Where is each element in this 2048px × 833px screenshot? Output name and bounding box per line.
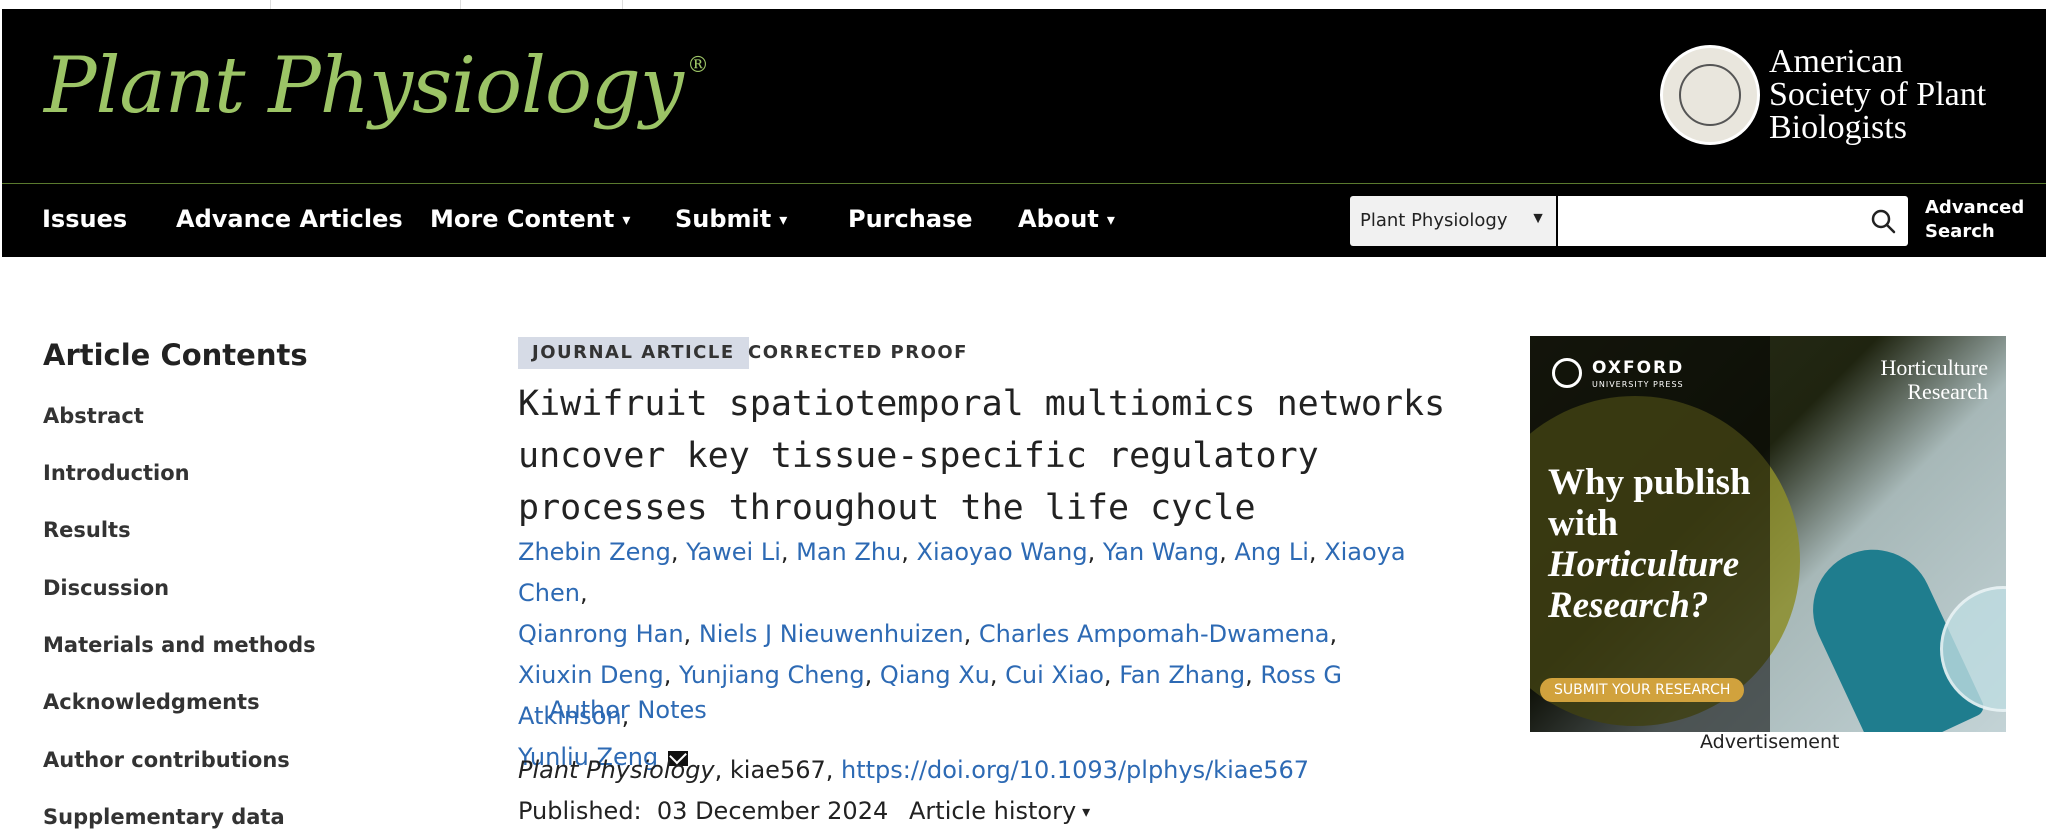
toc-item-introduction[interactable]: Introduction (43, 461, 190, 485)
article-status: CORRECTED PROOF (748, 342, 968, 363)
nav-submit[interactable]: Submit ▾ (675, 206, 787, 235)
author-link[interactable]: Ang Li (1234, 538, 1309, 566)
advertisement-banner[interactable]: OXFORD UNIVERSITY PRESS Horticulture Res… (1530, 336, 2006, 732)
article-history-toggle[interactable]: Article history ▾ (909, 797, 1090, 825)
published-value: 03 December 2024 (656, 797, 889, 825)
ad-cta-button[interactable]: SUBMIT YOUR RESEARCH (1540, 678, 1745, 702)
author-link[interactable]: Qiang Xu (880, 661, 990, 689)
chevron-down-icon: ▾ (779, 210, 788, 229)
nav-more-content[interactable]: More Content ▾ (430, 206, 630, 235)
author-link[interactable]: Man Zhu (796, 538, 901, 566)
toc-item-supplementary-data[interactable]: Supplementary data (43, 805, 285, 829)
citation-id: , kiae567, (714, 756, 842, 784)
chevron-down-icon: ▾ (1106, 210, 1115, 229)
search-icon[interactable] (1870, 208, 1896, 234)
oup-logo-icon (1552, 358, 1582, 388)
nav-purchase[interactable]: Purchase (848, 206, 973, 232)
chevron-down-icon: ▾ (1082, 802, 1091, 821)
ad-publisher-sub: UNIVERSITY PRESS (1592, 380, 1684, 389)
tab-separator (622, 0, 623, 9)
author-list: Zhebin Zeng, Yawei Li, Man Zhu, Xiaoyao … (518, 532, 1438, 778)
author-line-1: Zhebin Zeng, Yawei Li, Man Zhu, Xiaoyao … (518, 538, 1406, 607)
toc-item-discussion[interactable]: Discussion (43, 576, 169, 600)
published-date: Published: 03 December 2024 (518, 797, 888, 825)
author-link[interactable]: Xiuxin Deng (518, 661, 664, 689)
journal-name: Plant Physiology (44, 41, 684, 131)
author-link[interactable]: Yunjiang Cheng (679, 661, 865, 689)
toc-item-author-contributions[interactable]: Author contributions (43, 748, 290, 772)
tab-separator (460, 0, 461, 9)
nav-issues[interactable]: Issues (42, 206, 127, 232)
society-name[interactable]: American Society of Plant Biologists (1769, 43, 1987, 146)
registered-mark: ® (686, 53, 709, 78)
society-name-line1: American (1769, 43, 1904, 80)
dropdown-arrow-icon: ▼ (1530, 210, 1546, 227)
search-scope-value: Plant Physiology (1360, 210, 1508, 231)
ad-headline: Why publish with Horticulture Research? (1548, 462, 1751, 626)
article-type-badge: JOURNAL ARTICLE (518, 337, 749, 369)
author-link[interactable]: Xiaoyao Wang (917, 538, 1088, 566)
toc-item-acknowledgments[interactable]: Acknowledgments (43, 690, 260, 714)
toc-item-results[interactable]: Results (43, 518, 131, 542)
author-link[interactable]: Yan Wang (1103, 538, 1219, 566)
main-nav: Issues Advance Articles More Content ▾ Su… (2, 183, 2046, 257)
citation: Plant Physiology, kiae567, https://doi.o… (518, 756, 1309, 784)
browser-top-strip (0, 0, 2048, 9)
article-title: Kiwifruit spatiotemporal multiomics netw… (518, 384, 1446, 528)
author-notes-link[interactable]: Author Notes (549, 696, 707, 724)
society-name-line2: Society of Plant (1769, 76, 1987, 113)
author-line-2: Qianrong Han, Niels J Nieuwenhuizen, Cha… (518, 620, 1338, 648)
nav-advance-articles[interactable]: Advance Articles (176, 206, 403, 232)
doi-link[interactable]: https://doi.org/10.1093/plphys/kiae567 (841, 756, 1309, 784)
journal-logo[interactable]: Plant Physiology ® (44, 47, 709, 125)
author-link[interactable]: Charles Ampomah-Dwamena (979, 620, 1330, 648)
masthead: Plant Physiology ® American Society of Pl… (2, 9, 2046, 183)
ad-brand: Horticulture Research (1880, 355, 1988, 404)
search-scope-select[interactable]: Plant Physiology ▼ (1350, 196, 1556, 246)
tab-separator (270, 0, 271, 9)
toc-item-abstract[interactable]: Abstract (43, 404, 144, 428)
author-link[interactable]: Fan Zhang (1119, 661, 1245, 689)
author-link[interactable]: Yawei Li (686, 538, 781, 566)
author-link[interactable]: Cui Xiao (1005, 661, 1104, 689)
author-link[interactable]: Niels J Nieuwenhuizen (699, 620, 964, 648)
author-link[interactable]: Qianrong Han (518, 620, 684, 648)
society-name-line3: Biologists (1769, 109, 1907, 146)
advanced-search-link[interactable]: Advanced Search (1925, 196, 2024, 244)
toc-title: Article Contents (43, 338, 308, 372)
search-input[interactable] (1558, 196, 1908, 246)
published-label: Published: (518, 797, 642, 825)
nav-about[interactable]: About ▾ (1018, 206, 1115, 235)
chevron-down-icon: ▾ (622, 210, 631, 229)
ad-publisher: OXFORD (1592, 358, 1685, 378)
society-seal-icon[interactable] (1660, 45, 1760, 145)
advertisement-label: Advertisement (1700, 731, 1840, 753)
citation-journal: Plant Physiology (518, 756, 715, 784)
author-link[interactable]: Zhebin Zeng (518, 538, 671, 566)
toc-item-materials-and-methods[interactable]: Materials and methods (43, 633, 316, 657)
